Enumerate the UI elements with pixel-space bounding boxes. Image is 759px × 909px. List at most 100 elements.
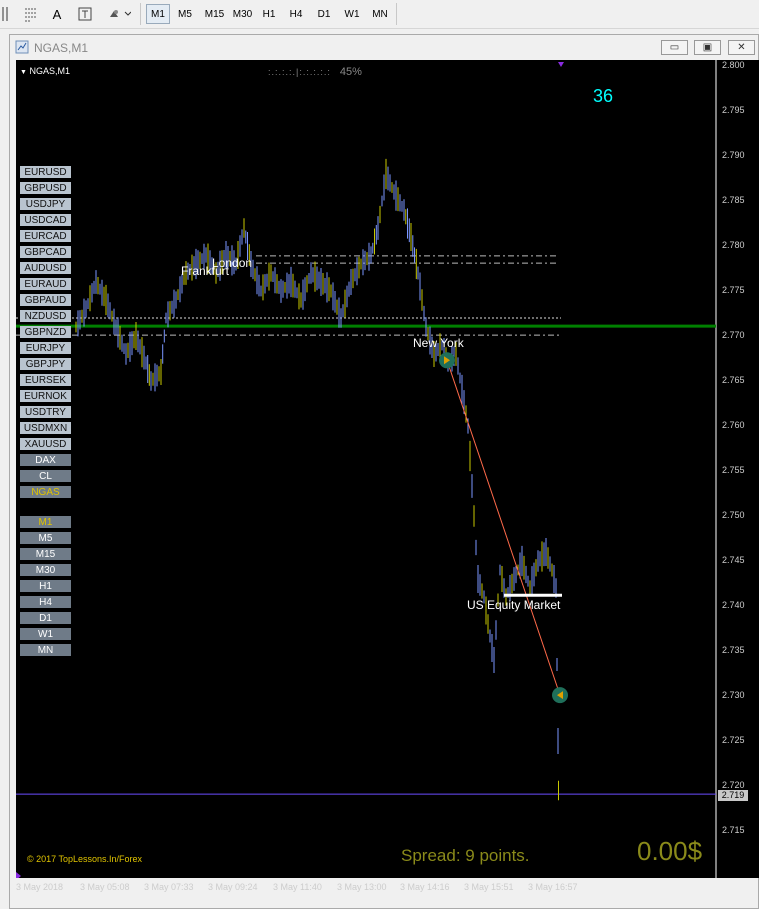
price-axis-label: 2.795 [722,105,745,115]
period-button-m15[interactable]: M15 [20,548,71,560]
timeframe-m30-button[interactable]: M30 [229,4,256,24]
chart-window-icon [15,40,29,54]
period-button-d1[interactable]: D1 [20,612,71,624]
timeframe-h1-button[interactable]: H1 [257,4,281,24]
symbol-button-usdcad[interactable]: USDCAD [20,214,71,226]
restore-icon: ▣ [702,42,713,53]
time-axis-label: 3 May 05:08 [80,882,130,892]
price-axis-label: 2.725 [722,735,745,745]
symbol-button-usdjpy[interactable]: USDJPY [20,198,71,210]
text-label-icon[interactable] [76,4,94,24]
text-icon[interactable]: A [50,4,64,24]
price-axis-label: 2.735 [722,645,745,655]
symbol-button-dax[interactable]: DAX [20,454,71,466]
trade-line [446,360,561,696]
price-axis-label: 2.745 [722,555,745,565]
time-axis-label: 3 May 07:33 [144,882,194,892]
symbol-button-gbpaud[interactable]: GBPAUD [20,294,71,306]
price-axis-label: 2.740 [722,600,745,610]
bottom-marker [16,872,21,878]
copyright-text: © 2017 TopLessons.In/Forex [27,854,143,864]
price-axis-label: 2.750 [722,510,745,520]
price-axis-label: 2.720 [722,780,745,790]
fibo-icon[interactable] [22,4,40,24]
timeframe-m15-button[interactable]: M15 [201,4,228,24]
top-marker [558,62,564,67]
window-titlebar[interactable]: NGAS,M1 ▭ ▣ ✕ [10,35,758,61]
symbol-button-audusd[interactable]: AUDUSD [20,262,71,274]
close-icon: ✕ [737,42,746,53]
time-axis-label: 3 May 14:16 [400,882,450,892]
chart-canvas[interactable] [16,60,759,878]
timeframe-h4-button[interactable]: H4 [284,4,308,24]
price-axis-label: 2.730 [722,690,745,700]
session-us-equity: US Equity Market [467,598,561,612]
symbol-button-gbpnzd[interactable]: GBPNZD [20,326,71,338]
session-new-york: New York [413,336,464,350]
time-axis-label: 3 May 2018 [16,882,64,892]
session-london: London [212,256,253,270]
shapes-icon[interactable] [106,4,132,24]
time-axis-label: 3 May 13:00 [337,882,387,892]
progress-indicator: :.:.:.:.|:.:.:.:.: 45% [268,66,362,78]
dropdown-triangle-icon[interactable]: ▼ [20,69,27,76]
progress-dots: :.:.:.:.|:.:.:.:.: [268,67,331,77]
current-price-tag: 2.719 [718,790,748,801]
timeframe-d1-button[interactable]: D1 [312,4,336,24]
minimize-icon: ▭ [669,42,680,53]
profit-text: 0.00$ [637,836,703,866]
timeframe-m1-button[interactable]: M1 [146,4,170,24]
symbol-button-eurusd[interactable]: EURUSD [20,166,71,178]
time-axis-label: 3 May 09:24 [208,882,258,892]
price-axis-label: 2.715 [722,825,745,835]
price-axis-label: 2.775 [722,285,745,295]
symbol-button-nzdusd[interactable]: NZDUSD [20,310,71,322]
chart-symbol-label: ▼ NGAS,M1 [20,66,70,76]
close-button[interactable]: ✕ [728,40,755,55]
price-axis-label: 2.765 [722,375,745,385]
restore-button[interactable]: ▣ [694,40,721,55]
period-button-m30[interactable]: M30 [20,564,71,576]
timeframe-m5-button[interactable]: M5 [173,4,197,24]
price-axis-label: 2.770 [722,330,745,340]
symbol-button-euraud[interactable]: EURAUD [20,278,71,290]
period-button-w1[interactable]: W1 [20,628,71,640]
toolbar: A M1 M5 M15 M30 H1 H4 D1 W1 MN [0,0,759,29]
period-button-mn[interactable]: MN [20,644,71,656]
counter-value: 36 [593,86,614,106]
minimize-button[interactable]: ▭ [661,40,688,55]
price-axis-label: 2.755 [722,465,745,475]
progress-percent: 45% [339,66,362,78]
symbol-button-eursek[interactable]: EURSEK [20,374,71,386]
toolbar-separator [396,3,397,25]
period-separator-icon[interactable] [2,4,10,24]
symbol-button-eurnok[interactable]: EURNOK [20,390,71,402]
symbol-button-gbpusd[interactable]: GBPUSD [20,182,71,194]
symbol-button-eurjpy[interactable]: EURJPY [20,342,71,354]
time-axis-label: 3 May 16:57 [528,882,578,892]
price-axis-label: 2.780 [722,240,745,250]
period-button-h4[interactable]: H4 [20,596,71,608]
symbol-button-ngas[interactable]: NGAS [20,486,71,498]
price-axis-label: 2.800 [722,60,745,70]
symbol-button-gbpcad[interactable]: GBPCAD [20,246,71,258]
price-axis-label: 2.760 [722,420,745,430]
symbol-button-gbpjpy[interactable]: GBPJPY [20,358,71,370]
price-axis-label: 2.790 [722,150,745,160]
symbol-button-cl[interactable]: CL [20,470,71,482]
symbol-button-eurcad[interactable]: EURCAD [20,230,71,242]
period-button-m5[interactable]: M5 [20,532,71,544]
symbol-button-xauusd[interactable]: XAUUSD [20,438,71,450]
period-button-m1[interactable]: M1 [20,516,71,528]
symbol-button-usdtry[interactable]: USDTRY [20,406,71,418]
timeframe-w1-button[interactable]: W1 [340,4,364,24]
spread-text: Spread: 9 points. [401,846,530,865]
timeframe-mn-button[interactable]: MN [368,4,392,24]
price-chart [16,60,717,878]
toolbar-separator [140,3,141,25]
symbol-button-usdmxn[interactable]: USDMXN [20,422,71,434]
window-title: NGAS,M1 [34,41,89,55]
period-button-h1[interactable]: H1 [20,580,71,592]
price-axis-label: 2.785 [722,195,745,205]
time-axis-label: 3 May 15:51 [464,882,514,892]
